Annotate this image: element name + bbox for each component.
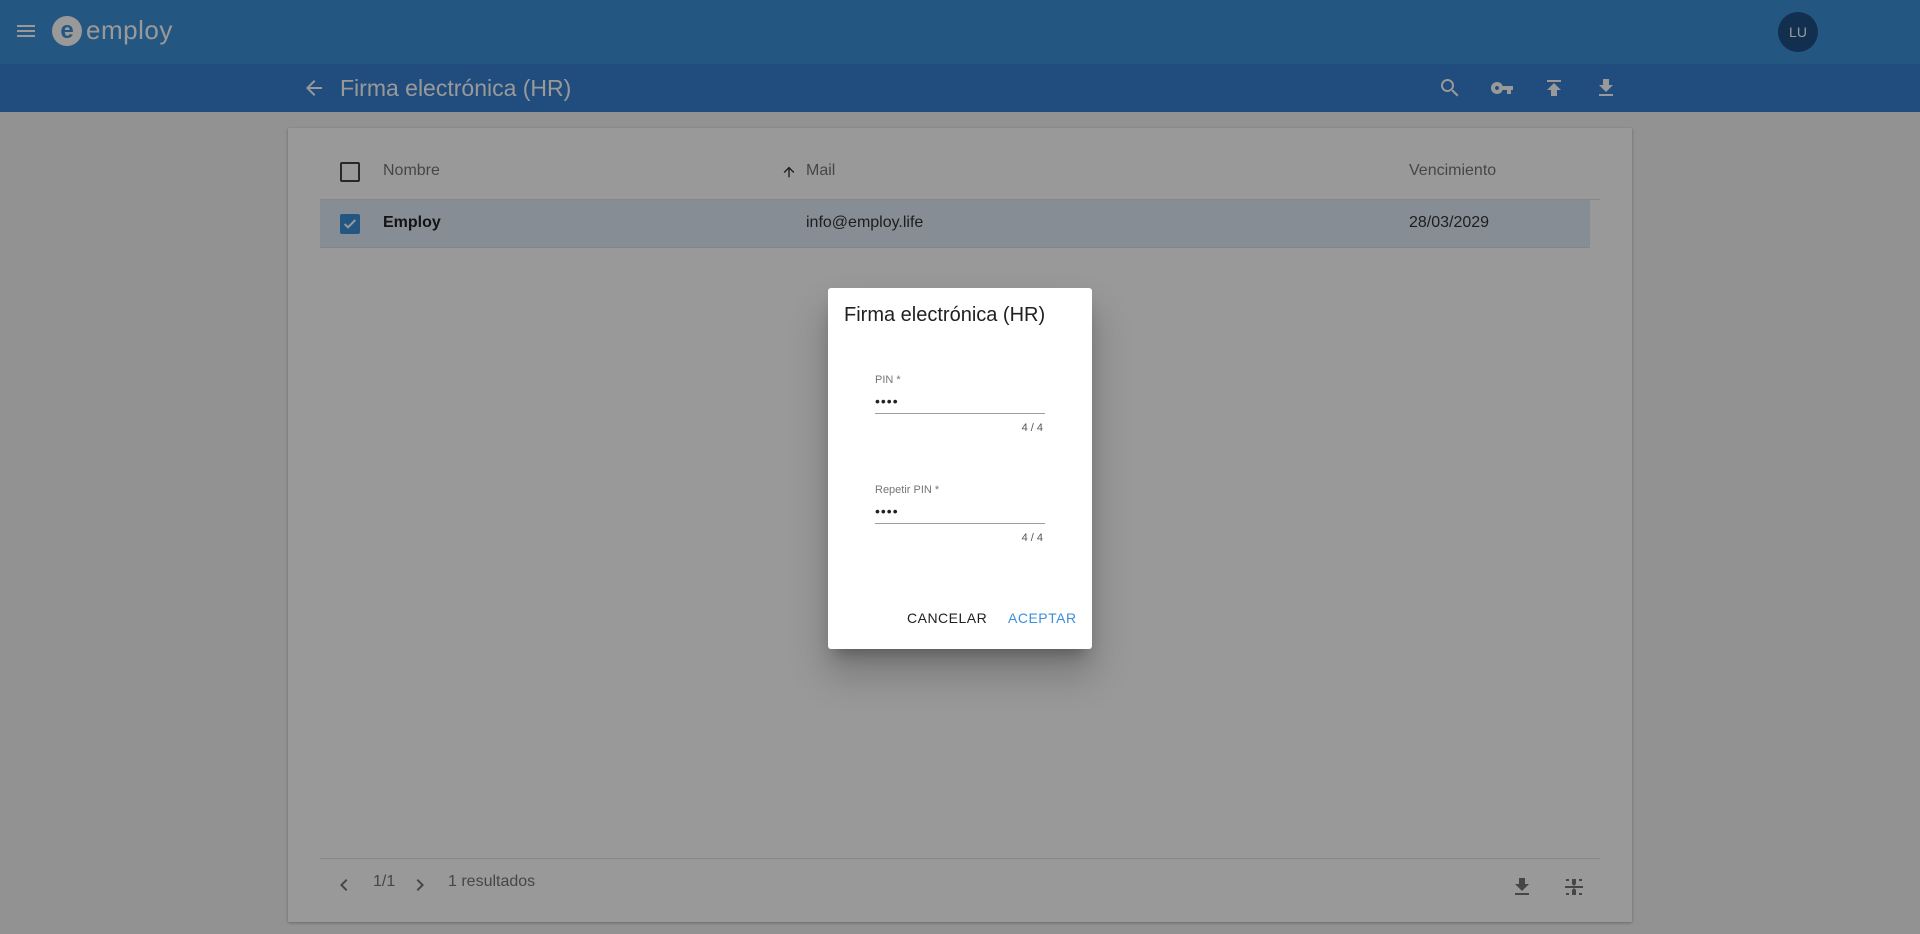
pin-input[interactable] — [875, 388, 1045, 414]
pin-counter: 4 / 4 — [1021, 422, 1043, 434]
repeat-pin-input[interactable] — [875, 498, 1045, 524]
repeat-pin-field: Repetir PIN * 4 / 4 — [875, 484, 1045, 564]
cancel-button[interactable]: CANCELAR — [907, 610, 987, 626]
pin-label: PIN * — [875, 374, 901, 386]
accept-button[interactable]: ACEPTAR — [1008, 610, 1077, 626]
dialog-title: Firma electrónica (HR) — [844, 304, 1046, 326]
pin-field: PIN * 4 / 4 — [875, 374, 1045, 454]
repeat-pin-counter: 4 / 4 — [1021, 532, 1043, 544]
repeat-pin-label: Repetir PIN * — [875, 484, 940, 496]
pin-dialog: Firma electrónica (HR) PIN * 4 / 4 Repet… — [828, 288, 1092, 649]
